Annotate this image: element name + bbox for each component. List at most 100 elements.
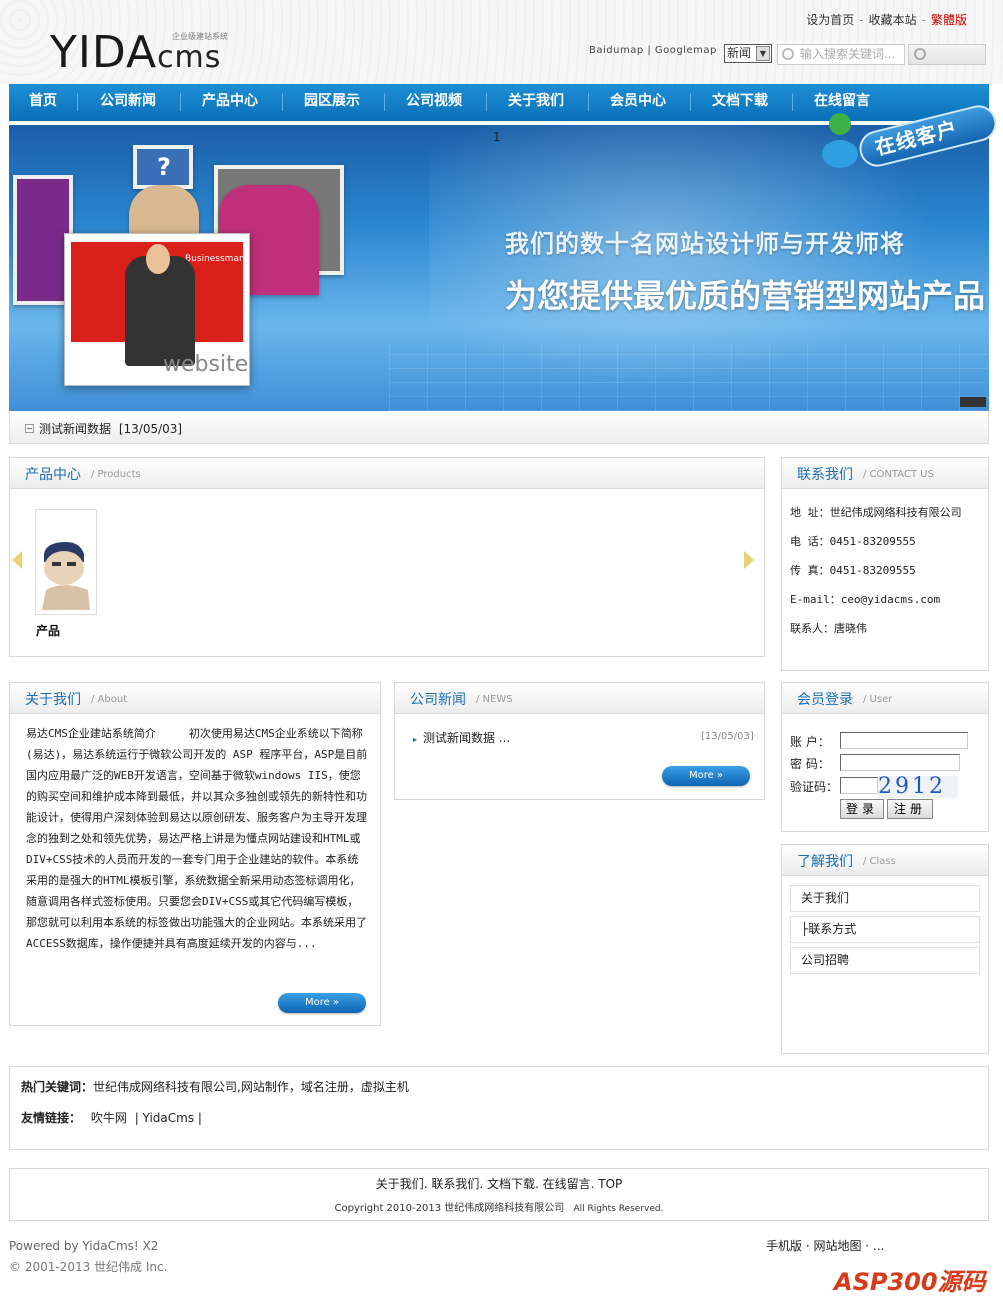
products-subtitle: / Products — [91, 469, 141, 480]
news-item-date: [13/05/03] — [701, 731, 754, 742]
mobile-links[interactable]: 手机版 · 网站地图 · ... — [766, 1237, 884, 1254]
contact-address: 地 址：世纪伟成网络科技有限公司 — [790, 506, 962, 519]
contact-person: 联系人：唐晓伟 — [790, 622, 867, 635]
captcha-image[interactable]: 2912 — [878, 776, 958, 798]
search-icon — [914, 48, 926, 60]
friend-links-label: 友情链接： — [21, 1111, 82, 1125]
nav-park[interactable]: 园区展示 — [304, 84, 360, 121]
account-label: 账 户： — [790, 735, 830, 749]
captcha-text: 2912 — [878, 774, 946, 799]
ticker-date: [13/05/03] — [118, 422, 183, 436]
hot-keywords-label: 热门关键词： — [21, 1080, 94, 1094]
friend-link-item[interactable]: | YidaCms | — [135, 1111, 202, 1125]
banner-grid — [389, 345, 989, 411]
class-subtitle: / Class — [863, 856, 896, 867]
banner-card-label: Businessman — [185, 254, 245, 264]
news-list-item[interactable]: ▸ 测试新闻数据 ... — [413, 729, 510, 746]
online-service-badge[interactable]: 在线客户 — [818, 100, 1001, 172]
class-panel: 了解我们 / Class 关于我们 ├联系方式 公司招聘 — [781, 844, 989, 1054]
account-input[interactable] — [840, 732, 968, 749]
nav-about[interactable]: 关于我们 — [508, 84, 564, 121]
register-button[interactable]: 注册 — [887, 799, 933, 819]
banner-card-word: website — [163, 352, 249, 377]
footer-links[interactable]: 关于我们. 联系我们. 文档下载. 在线留言. TOP — [10, 1175, 988, 1192]
class-item-contact[interactable]: ├联系方式 — [790, 916, 980, 943]
chevron-down-icon: ▼ — [756, 46, 770, 61]
product-avatar-icon — [42, 542, 90, 610]
nav-products[interactable]: 产品中心 — [202, 84, 258, 121]
nav-company-news[interactable]: 公司新闻 — [100, 84, 156, 121]
about-title[interactable]: 关于我们 — [25, 689, 81, 709]
bookmark-link[interactable]: 收藏本站 — [869, 13, 917, 27]
nav-divider — [486, 93, 487, 111]
search-input[interactable]: 输入搜索关键词... — [777, 44, 905, 65]
powered-by: Powered by YidaCms! X2 — [9, 1239, 159, 1253]
nav-divider — [384, 93, 385, 111]
login-panel: 会员登录 / User 账 户： 密 码： 验证码： 登录 注册 — [781, 682, 989, 832]
products-panel: 产品中心 / Products 产品 — [9, 457, 765, 657]
keywords-box: 热门关键词：世纪伟成网络科技有限公司,网站制作，域名注册，虚拟主机 友情链接： … — [9, 1066, 989, 1150]
question-icon: ? — [157, 153, 171, 181]
ticker-title: 测试新闻数据 — [39, 422, 112, 436]
scroll-left-icon[interactable] — [12, 551, 22, 569]
news-item-title: 测试新闻数据 ... — [423, 731, 511, 745]
about-more-button[interactable]: More » — [278, 993, 366, 1013]
login-subtitle: / User — [863, 694, 893, 705]
panel-header: 会员登录 / User — [782, 683, 988, 714]
class-item-jobs[interactable]: 公司招聘 — [790, 947, 980, 974]
login-button[interactable]: 登录 — [840, 799, 884, 819]
nav-divider — [77, 93, 78, 111]
captcha-label: 验证码： — [790, 780, 839, 794]
friend-link-item[interactable]: 吹牛网 — [91, 1111, 127, 1125]
panel-header: 产品中心 / Products — [10, 458, 764, 489]
nav-divider — [792, 93, 793, 111]
captcha-input[interactable] — [840, 777, 878, 794]
panel-header: 了解我们 / Class — [782, 845, 988, 876]
panel-header: 关于我们 / About — [10, 683, 380, 714]
news-panel: 公司新闻 / NEWS ▸ 测试新闻数据 ... [13/05/03] More … — [394, 682, 765, 800]
sitemap-links[interactable]: Baidumap | Googlemap — [589, 45, 717, 56]
ticker-item[interactable]: 测试新闻数据 [13/05/03] — [39, 420, 182, 437]
rights-text: All Rights Reserved. — [573, 1204, 664, 1214]
search-placeholder: 输入搜索关键词... — [800, 47, 896, 61]
nav-home[interactable]: 首页 — [29, 84, 57, 121]
nav-video[interactable]: 公司视频 — [406, 84, 462, 121]
traditional-chinese-link[interactable]: 繁體版 — [931, 13, 967, 27]
class-item-about[interactable]: 关于我们 — [790, 885, 980, 912]
search-icon — [782, 48, 794, 60]
minus-box-icon — [25, 424, 34, 433]
login-title[interactable]: 会员登录 — [797, 689, 853, 709]
products-title[interactable]: 产品中心 — [25, 464, 81, 484]
bullet-icon: ▸ — [413, 735, 418, 744]
set-homepage-link[interactable]: 设为首页 — [806, 13, 854, 27]
panel-header: 联系我们 / CONTACT US — [782, 458, 988, 489]
nav-member[interactable]: 会员中心 — [610, 84, 666, 121]
nav-downloads[interactable]: 文档下载 — [712, 84, 768, 121]
contact-title[interactable]: 联系我们 — [797, 464, 853, 484]
user-icon — [822, 113, 858, 168]
copyright-bottom: © 2001-2013 世纪伟成 Inc. — [9, 1260, 168, 1274]
password-input[interactable] — [840, 754, 960, 771]
news-title[interactable]: 公司新闻 — [410, 689, 466, 709]
search-button[interactable] — [908, 44, 986, 65]
logo-text: YIDA — [50, 27, 158, 78]
copyright-text: Copyright 2010-2013 世纪伟成网络科技有限公司 — [334, 1203, 565, 1214]
product-name[interactable]: 产品 — [36, 622, 60, 639]
banner-headline: 我们的数十名网站设计师与开发师将 — [505, 230, 905, 258]
logo-tagline: 企业级建站系统 — [172, 32, 228, 41]
banner-pager[interactable] — [960, 397, 986, 407]
banner-page-number[interactable]: 1 — [493, 130, 501, 144]
class-title[interactable]: 了解我们 — [797, 851, 853, 871]
search-type-select[interactable]: 新闻 ▼ — [724, 44, 772, 63]
scroll-right-icon[interactable] — [744, 551, 754, 569]
businessman-head — [146, 244, 170, 274]
banner-figure: ? — [133, 145, 193, 189]
contact-subtitle: / CONTACT US — [863, 469, 934, 480]
hot-keywords: 热门关键词：世纪伟成网络科技有限公司,网站制作，域名注册，虚拟主机 — [21, 1078, 409, 1095]
logo-cms-text: cms — [157, 40, 222, 75]
news-more-button[interactable]: More » — [662, 766, 750, 786]
product-thumbnail[interactable] — [35, 509, 97, 615]
hot-keywords-value[interactable]: 世纪伟成网络科技有限公司,网站制作，域名注册，虚拟主机 — [93, 1080, 409, 1094]
search-type-value: 新闻 — [727, 46, 752, 60]
about-subtitle: / About — [91, 694, 128, 705]
